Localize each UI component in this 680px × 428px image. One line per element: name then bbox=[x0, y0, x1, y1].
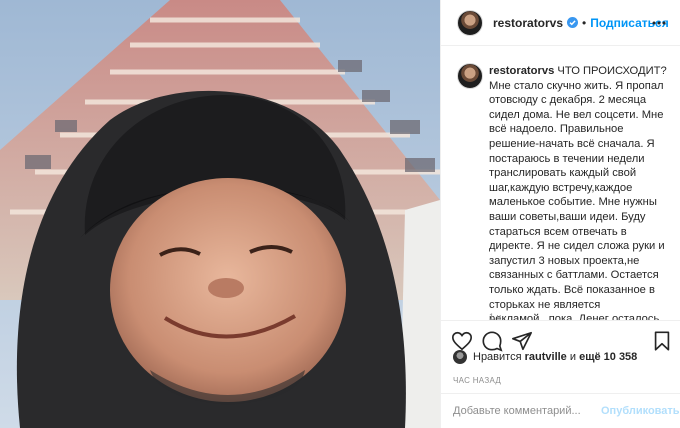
caption-time[interactable]: 1 ч bbox=[489, 312, 501, 320]
more-options-icon[interactable] bbox=[652, 17, 666, 29]
share-icon[interactable] bbox=[511, 330, 533, 352]
separator-dot: • bbox=[582, 15, 587, 30]
caption-body: ЧТО ПРОИСХОДИТ? Мне стало скучно жить. Я… bbox=[489, 65, 667, 320]
post-header: restoratorvs • Подписаться bbox=[441, 0, 680, 46]
post-side-panel: restoratorvs • Подписаться restoratorvs … bbox=[440, 0, 680, 428]
post-caption: restoratorvs ЧТО ПРОИСХОДИТ? Мне стало с… bbox=[489, 64, 671, 320]
comment-icon[interactable] bbox=[481, 330, 503, 352]
comment-bar: Опубликовать bbox=[441, 393, 680, 428]
liker-avatar[interactable] bbox=[453, 350, 467, 364]
bookmark-icon[interactable] bbox=[651, 330, 673, 352]
likes-conj: и bbox=[569, 351, 577, 363]
likes-count[interactable]: ещё 10 358 bbox=[579, 351, 637, 363]
caption-username[interactable]: restoratorvs bbox=[489, 65, 554, 77]
comments-area: restoratorvs ЧТО ПРОИСХОДИТ? Мне стало с… bbox=[441, 47, 680, 320]
post-timestamp[interactable]: ЧАС НАЗАД bbox=[453, 376, 501, 385]
caption-author-avatar[interactable] bbox=[457, 63, 483, 89]
likes-prefix: Нравится bbox=[473, 351, 522, 363]
heart-icon[interactable] bbox=[451, 330, 473, 352]
likes-summary: Нравится rautville и ещё 10 358 bbox=[453, 350, 637, 364]
selfie-image bbox=[0, 0, 440, 428]
author-username[interactable]: restoratorvs bbox=[493, 16, 563, 30]
post-photo[interactable] bbox=[0, 0, 440, 428]
comment-input[interactable] bbox=[453, 405, 595, 417]
verified-badge-icon bbox=[567, 17, 579, 28]
post-comment-button[interactable]: Опубликовать bbox=[601, 405, 680, 417]
liker-username[interactable]: rautville bbox=[525, 351, 567, 363]
author-avatar[interactable] bbox=[457, 9, 483, 36]
